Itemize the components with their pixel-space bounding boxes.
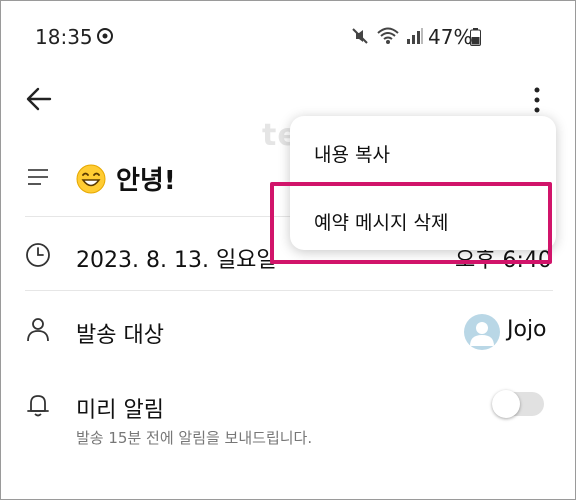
avatar-person-icon [470,322,494,346]
more-options-icon[interactable] [526,86,548,114]
status-icons [350,25,424,47]
sync-icon [97,28,113,44]
contact-avatar[interactable] [464,314,500,350]
wifi-icon [377,27,399,44]
contact-name[interactable]: Jojo [507,317,547,342]
battery-percent: 47% [428,25,473,49]
menu-item-copy-content[interactable]: 내용 복사 [314,140,390,167]
schedule-date[interactable]: 2023. 8. 13. 일요일 [76,242,277,274]
back-arrow-icon[interactable] [26,86,52,112]
toggle-knob [492,390,520,418]
status-bar: 18:35 47% [0,0,576,66]
reminder-toggle[interactable] [492,390,544,418]
status-time: 18:35 [35,25,93,49]
person-icon [27,318,49,342]
divider [25,290,553,291]
text-lines-icon [28,169,48,185]
bell-icon [27,395,49,417]
mute-icon [352,28,368,44]
highlight-box [270,182,552,264]
message-title: 안녕! [116,166,176,196]
signal-icon [407,28,423,44]
recipient-label: 발송 대상 [76,323,164,348]
clock-icon [26,243,50,267]
message-title-row[interactable]: 안녕! [76,160,176,197]
reminder-label: 미리 알림 [76,398,164,423]
grinning-emoji-icon [76,164,106,193]
reminder-description: 발송 15분 전에 알림을 보내드립니다. [76,429,313,447]
battery-icon [470,28,481,46]
